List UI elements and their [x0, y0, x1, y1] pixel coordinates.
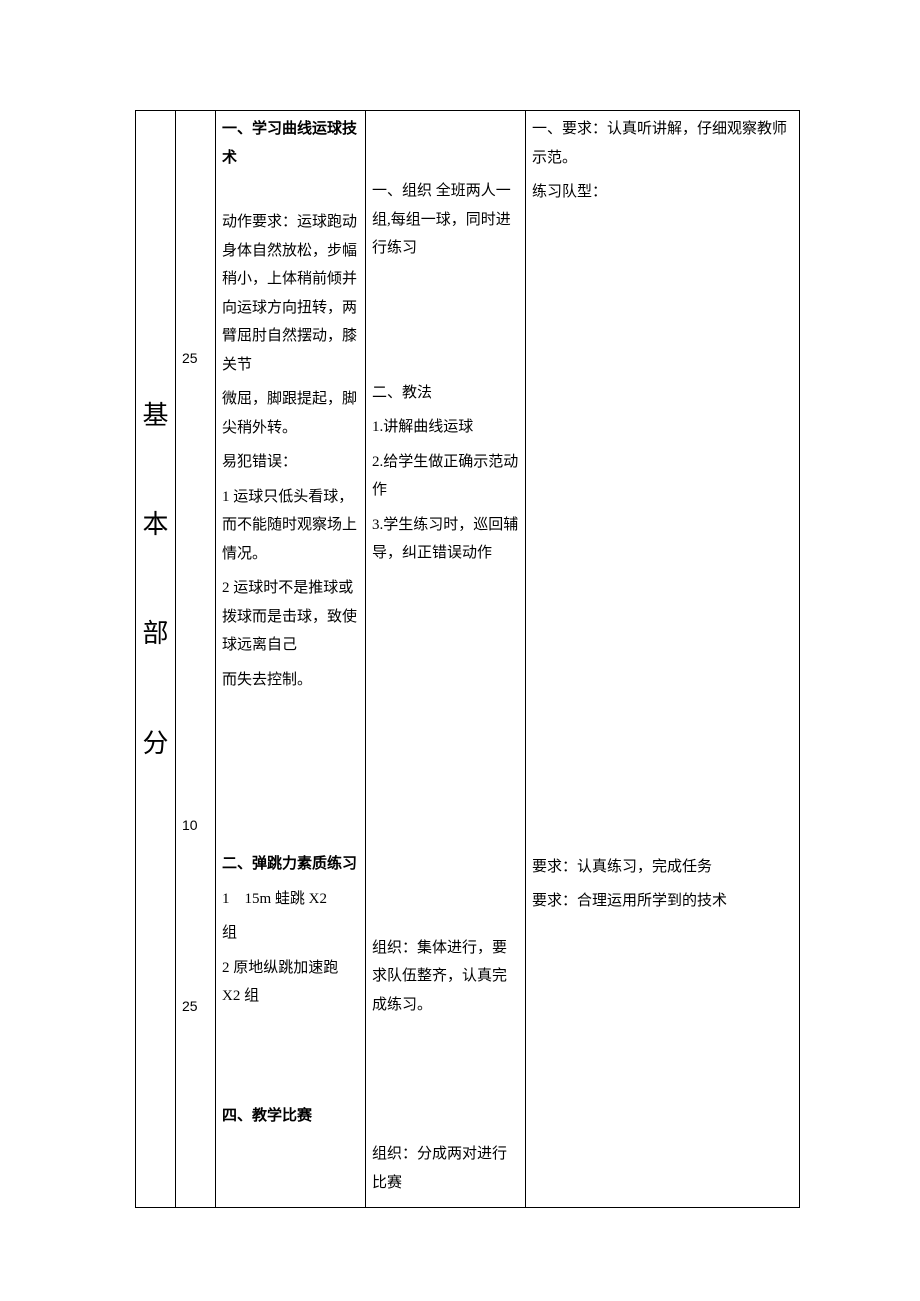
method-teach-1: 1.讲解曲线运球: [372, 413, 519, 442]
method-teach-heading: 二、教法: [372, 379, 519, 408]
jump1-num: 1: [222, 891, 230, 907]
requirement-cell: 一、要求：认真听讲解，仔细观察教师示范。 练习队型： 要求：认真练习，完成任务 …: [526, 111, 800, 1208]
content-jump-2: 2 原地纵跳加速跑 X2 组: [222, 954, 359, 1011]
jump1-text: 15m 蛙跳 X2: [245, 891, 328, 907]
content-action-req: 动作要求：运球跑动身体自然放松，步幅稍小，上体稍前倾并向运球方向扭转，两臂屈肘自…: [222, 208, 359, 379]
method-org-3: 组织：集体进行，要求队伍整齐，认真完成练习。: [372, 934, 519, 1020]
time-value-1: 25: [182, 115, 209, 372]
time-cell: 25 10 25: [176, 111, 216, 1208]
content-cell: 一、学习曲线运球技术 动作要求：运球跑动身体自然放松，步幅稍小，上体稍前倾并向运…: [216, 111, 366, 1208]
content-error-1: 1 运球只低头看球，而不能随时观察场上情况。: [222, 483, 359, 569]
content-heading-1: 一、学习曲线运球技术: [222, 115, 359, 172]
req-1: 一、要求：认真听讲解，仔细观察教师示范。: [532, 115, 793, 172]
content-error-2: 2 运球时不是推球或拨球而是击球，致使球远离自己: [222, 574, 359, 660]
content-error-2b: 而失去控制。: [222, 666, 359, 695]
content-heading-2: 二、弹跳力素质练习: [222, 850, 359, 879]
req-1b: 练习队型：: [532, 178, 793, 207]
time-value-2: 10: [182, 372, 209, 839]
content-action-req-b: 微屈，脚跟提起，脚尖稍外转。: [222, 385, 359, 442]
lesson-plan-page: 基 本 部 分 25 10 25 一、学习曲线运球技术 动作要求：运球跑动身体自…: [0, 0, 920, 1301]
req-2a: 要求：认真练习，完成任务: [532, 853, 793, 882]
method-teach-2: 2.给学生做正确示范动作: [372, 448, 519, 505]
part-label: 基: [142, 361, 169, 470]
part-label: 分: [142, 689, 169, 798]
content-error-heading: 易犯错误：: [222, 448, 359, 477]
content-heading-4: 四、教学比赛: [222, 1102, 359, 1131]
req-2b: 要求：合理运用所学到的技术: [532, 887, 793, 916]
method-cell: 一、组织 全班两人一组,每组一球，同时进行练习 二、教法 1.讲解曲线运球 2.…: [366, 111, 526, 1208]
content-jump-1c: 组: [222, 919, 359, 948]
part-label: 部: [142, 579, 169, 688]
part-label: 本: [142, 470, 169, 579]
method-org-4: 组织：分成两对进行比赛: [372, 1140, 519, 1197]
content-jump-1: 1 15m 蛙跳 X2: [222, 885, 359, 914]
method-teach-3: 3.学生练习时，巡回辅导，纠正错误动作: [372, 511, 519, 568]
part-label-cell: 基 本 部 分: [136, 111, 176, 1208]
method-org-1: 一、组织 全班两人一组,每组一球，同时进行练习: [372, 115, 519, 263]
lesson-table: 基 本 部 分 25 10 25 一、学习曲线运球技术 动作要求：运球跑动身体自…: [135, 110, 800, 1208]
time-value-3: 25: [182, 838, 209, 1020]
